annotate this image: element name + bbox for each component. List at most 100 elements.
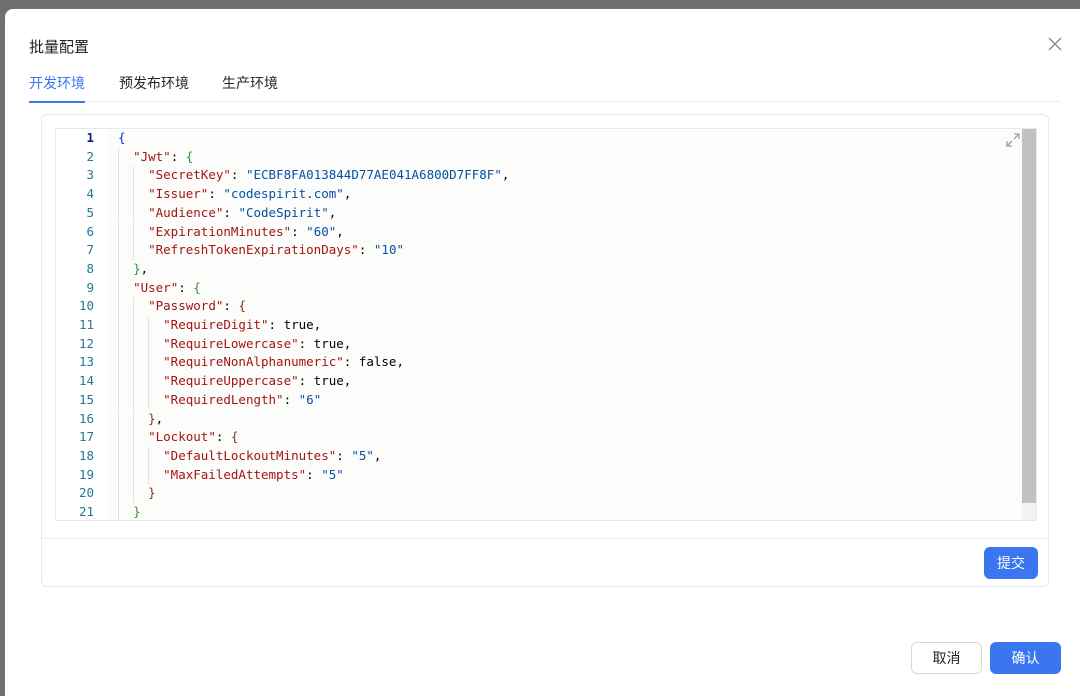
line-number: 13 [78, 354, 94, 370]
indent-guide [118, 409, 119, 429]
indent-guide [133, 222, 135, 242]
scrollbar-thumb[interactable] [1022, 129, 1036, 503]
indent-guide [133, 316, 135, 335]
code-line: "User": { [133, 279, 201, 295]
indent-guide [118, 185, 119, 204]
code-line: "Jwt": { [133, 148, 194, 164]
submit-button[interactable]: 提交 [984, 547, 1038, 579]
code-line: } [148, 485, 156, 501]
vertical-scrollbar[interactable] [1022, 129, 1036, 520]
line-number-gutter: 1 2 3 4 5 6 7 8 9 10 11 12 13 14 15 16 17 18 19 20 21 [56, 129, 108, 520]
tab-dev[interactable]: 开发环境 [29, 73, 85, 103]
confirm-button[interactable]: 确认 [990, 642, 1061, 674]
indent-guide [133, 203, 135, 223]
close-icon [1048, 37, 1062, 51]
indent-guide [133, 185, 135, 204]
indent-guide [133, 334, 135, 354]
indent-guide [118, 503, 119, 520]
code-line: } [133, 504, 141, 519]
close-button[interactable] [1044, 33, 1066, 55]
indent-guide [118, 278, 119, 298]
line-number: 21 [78, 504, 94, 519]
indent-guide [118, 222, 119, 242]
indent-guide [133, 353, 135, 373]
indent-guide [133, 484, 135, 503]
line-number: 1 [86, 130, 94, 145]
tab-label: 生产环境 [222, 76, 278, 92]
dialog-title: 批量配置 [29, 38, 90, 56]
indent-guide [133, 241, 135, 260]
tab-label: 开发环境 [29, 76, 85, 92]
cancel-button[interactable]: 取消 [911, 642, 982, 674]
card-divider [42, 538, 1048, 539]
indent-guide [148, 372, 150, 391]
indent-guide [118, 334, 119, 354]
expand-icon[interactable] [1006, 132, 1020, 147]
code-line: "RequireUppercase": true, [163, 373, 352, 389]
line-number: 20 [78, 485, 94, 501]
code-line: "Audience": "CodeSpirit", [148, 204, 337, 220]
indent-guide [133, 297, 135, 316]
indent-guide [148, 446, 150, 466]
tab-production[interactable]: 生产环境 [222, 73, 278, 101]
line-number: 3 [86, 167, 94, 183]
indent-guide [118, 465, 119, 485]
indent-guide [148, 390, 150, 410]
line-number: 14 [78, 373, 94, 389]
line-number: 9 [86, 279, 94, 295]
indent-guide [118, 353, 119, 373]
code-line: "RefreshTokenExpirationDays": "10" [148, 242, 404, 258]
line-number: 18 [78, 447, 94, 463]
code-area[interactable]: { "Jwt": { "SecretKey": "ECBF8FA013844D7… [118, 129, 1022, 520]
indent-guide [118, 372, 119, 391]
code-line: "MaxFailedAttempts": "5" [163, 466, 344, 482]
line-number: 19 [78, 466, 94, 482]
indent-guide [118, 316, 119, 335]
tab-label: 预发布环境 [119, 76, 189, 92]
active-tab-indicator [29, 101, 85, 103]
line-number: 10 [78, 298, 94, 314]
indent-guide [118, 241, 119, 260]
tab-staging[interactable]: 预发布环境 [119, 73, 189, 101]
batch-config-dialog: 批量配置 开发环境 预发布环境 生产环境 1 2 3 4 5 6 7 8 9 10 11 12 13 14… [5, 9, 1080, 696]
indent-guide [148, 316, 150, 335]
line-number: 7 [86, 242, 94, 258]
indent-guide [118, 390, 119, 410]
code-line: }, [133, 260, 149, 276]
indent-guide [148, 353, 150, 373]
indent-guide [133, 390, 135, 410]
indent-guide [133, 428, 135, 447]
indent-guide [133, 409, 135, 429]
code-line: "RequireLowercase": true, [163, 335, 352, 351]
indent-guide [118, 428, 119, 447]
indent-guide [133, 465, 135, 485]
json-code-editor[interactable]: 1 2 3 4 5 6 7 8 9 10 11 12 13 14 15 16 17 18 19 20 21 { "Jwt… [55, 128, 1037, 521]
code-line: "RequireNonAlphanumeric": false, [163, 354, 404, 370]
environment-tabs: 开发环境 预发布环境 生产环境 [29, 65, 1060, 103]
line-number: 11 [78, 317, 94, 332]
code-line: }, [148, 410, 164, 426]
line-number: 4 [86, 186, 94, 202]
line-number: 2 [86, 148, 94, 164]
indent-guide [118, 203, 119, 223]
indent-guide [118, 446, 119, 466]
code-line: { [118, 130, 126, 145]
code-line: "Issuer": "codespirit.com", [148, 186, 352, 202]
config-card: 1 2 3 4 5 6 7 8 9 10 11 12 13 14 15 16 17 18 19 20 21 { "Jwt… [41, 114, 1049, 587]
code-line: "DefaultLockoutMinutes": "5", [163, 447, 382, 463]
code-line: "Lockout": { [148, 429, 239, 445]
indent-guide [133, 446, 135, 466]
indent-guide [118, 484, 119, 503]
line-number: 17 [78, 429, 94, 445]
indent-guide [133, 372, 135, 391]
line-number: 8 [86, 260, 94, 276]
indent-guide [118, 259, 119, 279]
code-line: "Password": { [148, 298, 246, 314]
line-number: 6 [86, 223, 94, 239]
line-number: 12 [78, 335, 94, 351]
line-number: 15 [78, 391, 94, 407]
indent-guide [148, 334, 150, 354]
line-number: 16 [78, 410, 94, 426]
line-number: 5 [86, 204, 94, 220]
indent-guide [118, 166, 119, 186]
